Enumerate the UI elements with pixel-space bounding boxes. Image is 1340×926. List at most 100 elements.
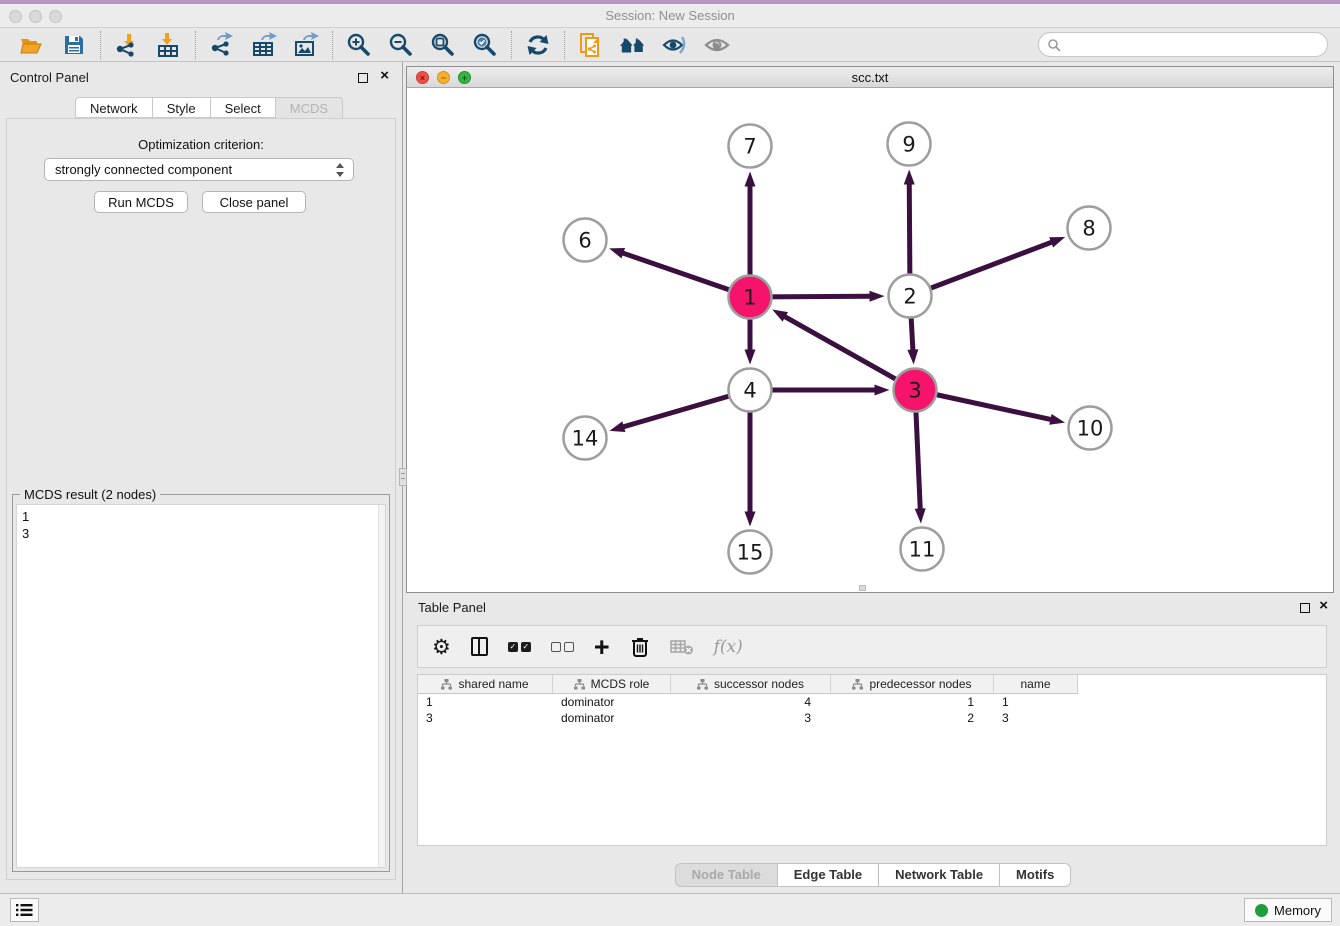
graph-node-label: 10 bbox=[1077, 417, 1104, 441]
network-canvas[interactable]: 7968124314101511 bbox=[407, 88, 1333, 592]
column-header-shared-name[interactable]: shared name bbox=[418, 675, 553, 694]
status-bar: Memory bbox=[0, 893, 1340, 926]
graph-edge-arrowhead bbox=[745, 350, 756, 365]
tab-mcds[interactable]: MCDS bbox=[275, 97, 343, 118]
table-cell[interactable]: 1 bbox=[418, 694, 553, 710]
table-cell[interactable]: 2 bbox=[831, 710, 994, 726]
table-cell[interactable]: 3 bbox=[418, 710, 553, 726]
add-column-icon[interactable]: + bbox=[594, 633, 610, 661]
close-panel-icon[interactable]: × bbox=[380, 71, 389, 81]
mcds-result-text: 1 3 bbox=[22, 508, 29, 542]
home-icon[interactable] bbox=[619, 31, 647, 59]
column-header-successor-nodes[interactable]: successor nodes bbox=[671, 675, 831, 694]
column-header-predecessor-nodes[interactable]: predecessor nodes bbox=[831, 675, 994, 694]
table-cell[interactable]: dominator bbox=[553, 710, 671, 726]
toolbar-separator bbox=[100, 31, 101, 59]
select-all-icon[interactable]: ✓✓ bbox=[508, 633, 531, 661]
save-session-icon[interactable] bbox=[60, 31, 88, 59]
delete-column-icon[interactable] bbox=[630, 633, 650, 661]
graph-edge-arrowhead bbox=[907, 349, 918, 364]
hide-graphics-details-icon[interactable] bbox=[661, 31, 689, 59]
zoom-in-icon[interactable] bbox=[345, 31, 373, 59]
zoom-fit-icon[interactable] bbox=[429, 31, 457, 59]
tab-style[interactable]: Style bbox=[152, 97, 210, 118]
export-image-icon[interactable] bbox=[292, 31, 320, 59]
control-panel-title: Control Panel bbox=[10, 70, 89, 85]
tab-node-table[interactable]: Node Table bbox=[675, 863, 777, 887]
tab-motifs[interactable]: Motifs bbox=[999, 863, 1071, 887]
table-cell[interactable]: 1 bbox=[994, 694, 1078, 710]
settings-gear-icon[interactable]: ⚙ bbox=[432, 633, 451, 661]
result-scrollbar[interactable] bbox=[378, 505, 385, 867]
column-label: MCDS role bbox=[591, 677, 650, 691]
table-cell[interactable]: dominator bbox=[553, 694, 671, 710]
close-panel-button[interactable]: Close panel bbox=[202, 191, 306, 213]
panel-divider-handle[interactable] bbox=[399, 468, 407, 486]
memory-button[interactable]: Memory bbox=[1244, 898, 1332, 922]
toolbar-separator bbox=[195, 31, 196, 59]
network-window: × − + scc.txt 7968124314101511 bbox=[406, 66, 1334, 593]
window-title: Session: New Session bbox=[0, 8, 1340, 23]
tab-network-table[interactable]: Network Table bbox=[878, 863, 999, 887]
graph-node-label: 7 bbox=[743, 135, 756, 159]
graph-node-label: 9 bbox=[902, 133, 915, 157]
table-cell[interactable]: 3 bbox=[994, 710, 1078, 726]
open-file-icon[interactable] bbox=[18, 31, 46, 59]
float-panel-icon[interactable] bbox=[1300, 603, 1310, 613]
graph-edge-arrowhead bbox=[915, 508, 926, 523]
network-canvas-svg: 7968124314101511 bbox=[407, 88, 1333, 592]
column-header-mcds-role[interactable]: MCDS role bbox=[553, 675, 671, 694]
table-cell[interactable]: 1 bbox=[831, 694, 994, 710]
export-network-icon[interactable] bbox=[208, 31, 236, 59]
table-row[interactable]: 1 dominator 4 1 1 bbox=[418, 694, 1326, 710]
graph-edge-arrowhead bbox=[609, 248, 625, 258]
task-history-button[interactable] bbox=[10, 898, 39, 922]
export-table-icon[interactable] bbox=[250, 31, 278, 59]
search-icon bbox=[1047, 38, 1061, 52]
column-header-name[interactable]: name bbox=[994, 675, 1078, 694]
table-cell[interactable]: 3 bbox=[671, 710, 831, 726]
tab-network[interactable]: Network bbox=[75, 97, 152, 118]
column-label: shared name bbox=[458, 677, 528, 691]
column-tree-icon bbox=[697, 679, 708, 690]
frame-resize-handle[interactable] bbox=[859, 585, 866, 591]
show-graphics-details-icon[interactable] bbox=[703, 31, 731, 59]
tab-edge-table[interactable]: Edge Table bbox=[777, 863, 878, 887]
table-cell[interactable]: 4 bbox=[671, 694, 831, 710]
zoom-selected-icon[interactable] bbox=[471, 31, 499, 59]
run-mcds-button[interactable]: Run MCDS bbox=[94, 191, 188, 213]
delete-table-icon[interactable] bbox=[670, 633, 694, 661]
tab-select[interactable]: Select bbox=[210, 97, 275, 118]
optimization-criterion-value: strongly connected component bbox=[55, 162, 232, 177]
graph-node-label: 1 bbox=[743, 286, 756, 310]
float-panel-icon[interactable] bbox=[358, 73, 368, 83]
node-table: shared name MCDS role successor nodes pr… bbox=[417, 674, 1327, 846]
control-panel-tabs: Network Style Select MCDS bbox=[75, 97, 343, 118]
graph-node-label: 3 bbox=[908, 379, 921, 403]
duplicate-network-icon[interactable] bbox=[577, 31, 605, 59]
optimization-criterion-select[interactable]: strongly connected component bbox=[44, 158, 354, 181]
import-network-icon[interactable] bbox=[113, 31, 141, 59]
application-window: Session: New Session bbox=[0, 0, 1340, 926]
table-row[interactable]: 3 dominator 3 2 3 bbox=[418, 710, 1326, 726]
column-tree-icon bbox=[852, 679, 863, 690]
refresh-icon[interactable] bbox=[524, 31, 552, 59]
table-panel: Table Panel × ⚙ ✓✓ + f(x) shared name bbox=[406, 593, 1340, 893]
import-table-icon[interactable] bbox=[155, 31, 183, 59]
graph-node-label: 15 bbox=[737, 541, 764, 565]
deselect-all-icon[interactable] bbox=[551, 633, 574, 661]
network-window-titlebar[interactable]: × − + scc.txt bbox=[407, 67, 1333, 88]
toggle-columns-icon[interactable] bbox=[471, 633, 488, 661]
table-panel-tabs: Node Table Edge Table Network Table Moti… bbox=[406, 863, 1340, 887]
function-builder-icon[interactable]: f(x) bbox=[714, 633, 743, 661]
window-titlebar: Session: New Session bbox=[0, 4, 1340, 28]
zoom-out-icon[interactable] bbox=[387, 31, 415, 59]
search-field[interactable] bbox=[1038, 32, 1328, 57]
graph-edge-2-8[interactable] bbox=[910, 242, 1053, 296]
mcds-result-group: MCDS result (2 nodes) 1 3 bbox=[12, 494, 390, 872]
close-panel-icon[interactable]: × bbox=[1319, 601, 1328, 611]
table-toolbar: ⚙ ✓✓ + f(x) bbox=[417, 625, 1327, 668]
search-input[interactable] bbox=[1061, 38, 1311, 52]
graph-edge-arrowhead bbox=[1049, 237, 1065, 247]
mcds-result-area[interactable]: 1 3 bbox=[16, 504, 386, 868]
